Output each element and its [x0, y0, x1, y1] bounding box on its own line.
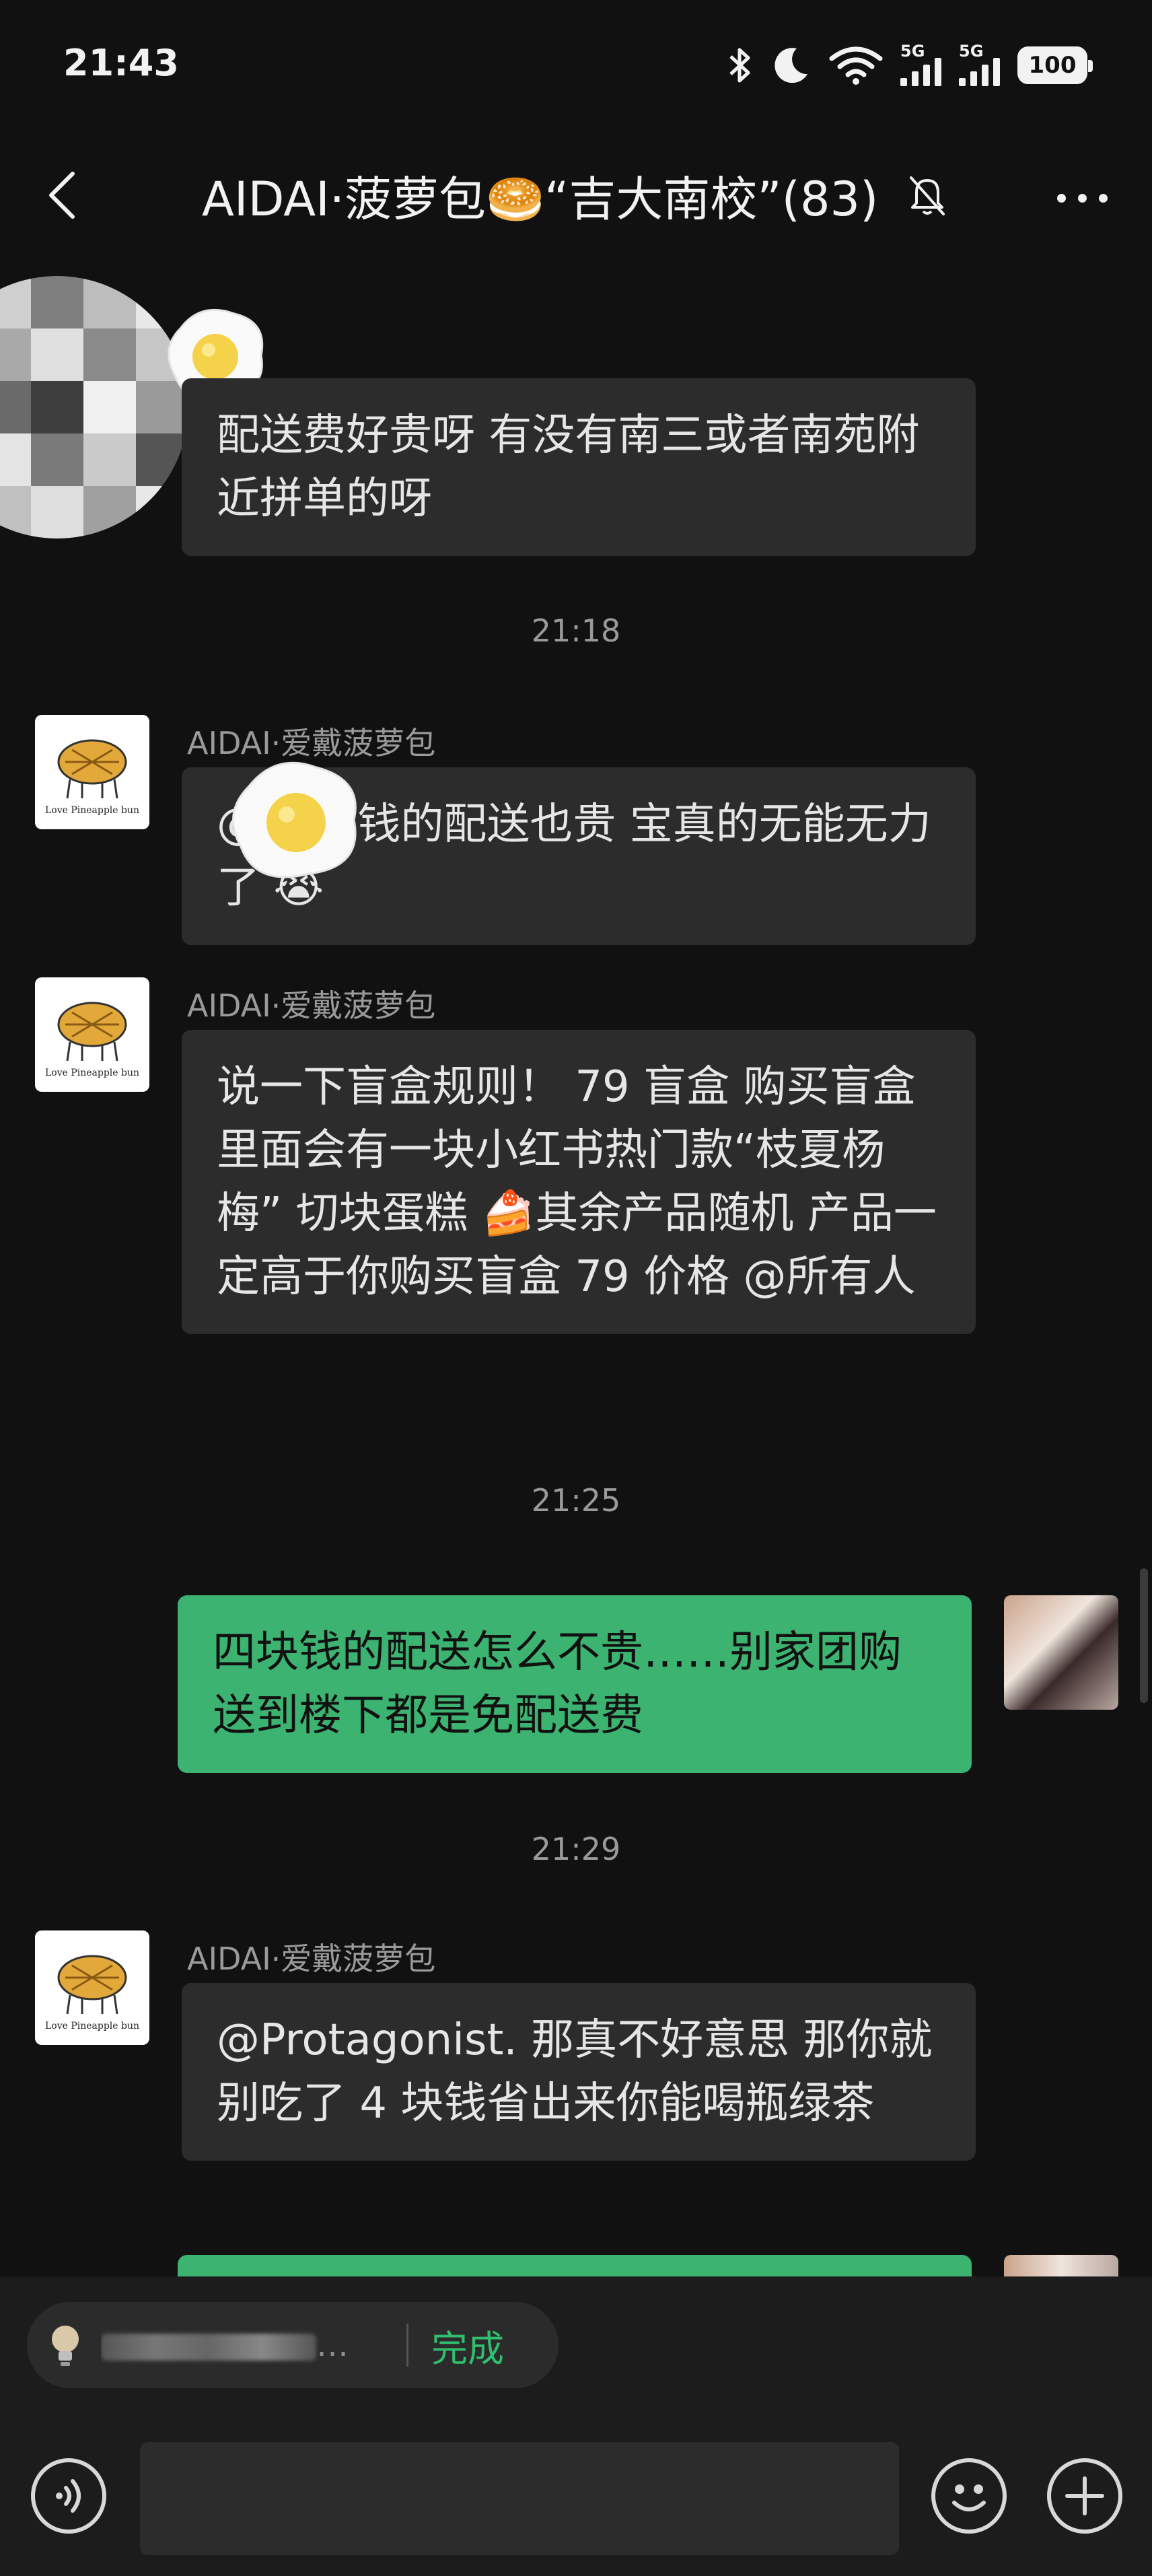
message-bubble[interactable]: 说一下盲盒规则！ 79 盲盒 购买盲盒里面会有一块小红书热门款“枝夏杨梅” 切块… — [182, 1030, 976, 1334]
plus-icon[interactable] — [1047, 2458, 1122, 2534]
avatar-self[interactable] — [1004, 1595, 1118, 1710]
logo-text: Love Pineapple bun — [45, 1068, 139, 1078]
timestamp: 21:29 — [531, 1831, 621, 1867]
egg-sticker-icon — [232, 761, 357, 878]
emoji-icon[interactable] — [931, 2458, 1007, 2534]
message-text: @Protagonist. 那真不好意思 那你就别吃了 4 块钱省出来你能喝瓶绿… — [217, 2015, 933, 2128]
signal-icon-2: 5G — [959, 42, 1000, 86]
status-time: 21:43 — [63, 42, 179, 84]
blurred-quote — [101, 2334, 316, 2361]
status-icons: 5G 5G 100 — [728, 42, 1093, 89]
wifi-icon — [829, 46, 883, 85]
sender-name: AIDAI·爱戴菠萝包 — [187, 1941, 436, 1977]
voice-icon[interactable] — [31, 2458, 106, 2534]
back-icon[interactable] — [43, 168, 83, 222]
battery-icon: 100 — [1017, 46, 1093, 84]
logo-text: Love Pineapple bun — [45, 805, 139, 816]
message-text: 配送费好贵呀 有没有南三或者南苑附近拼单的呀 — [217, 411, 920, 524]
mute-bell-icon — [910, 176, 945, 215]
moon-icon — [775, 48, 807, 83]
avatar-shop[interactable]: Love Pineapple bun — [35, 977, 149, 1092]
scrollbar[interactable] — [1140, 1568, 1148, 1703]
logo-text: Love Pineapple bun — [45, 2021, 139, 2031]
message-bubble[interactable]: @Protagonist. 那真不好意思 那你就别吃了 4 块钱省出来你能喝瓶绿… — [182, 1983, 976, 2161]
bluetooth-icon — [729, 48, 750, 83]
pineapple-bun-logo: Love Pineapple bun — [45, 1002, 139, 1078]
message-input[interactable] — [140, 2442, 899, 2555]
voice-glyph — [56, 2479, 81, 2513]
more-icon[interactable] — [1057, 194, 1108, 203]
reply-quote-text: … — [316, 2326, 349, 2364]
message-bubble[interactable]: 配送费好贵呀 有没有南三或者南苑附近拼单的呀 — [182, 378, 976, 556]
message-bubble-self[interactable]: 四块钱的配送怎么不贵……别家团购送到楼下都是免配送费 — [178, 1595, 972, 1773]
pineapple-bun-logo: Love Pineapple bun — [45, 739, 139, 816]
avatar-shop[interactable]: Love Pineapple bun — [35, 715, 149, 829]
signal-label-2: 5G — [959, 42, 984, 61]
timestamp: 21:18 — [531, 613, 621, 649]
signal-label: 5G — [900, 42, 925, 61]
sender-name: AIDAI·爱戴菠萝包 — [187, 987, 436, 1024]
lightbulb-icon — [52, 2326, 79, 2366]
plus-glyph — [1065, 2476, 1104, 2515]
chat-title: AIDAI·菠萝包🥯“吉大南校”(83) — [202, 172, 879, 227]
done-button[interactable]: 完成 — [431, 2319, 504, 2372]
emoji-glyph — [952, 2484, 986, 2511]
pineapple-bun-logo: Love Pineapple bun — [45, 1955, 139, 2031]
avatar-shop[interactable]: Love Pineapple bun — [35, 1930, 149, 2045]
battery-level: 100 — [1028, 52, 1077, 79]
timestamp: 21:25 — [531, 1482, 621, 1519]
message-text: 四块钱的配送怎么不贵……别家团购送到楼下都是免配送费 — [213, 1628, 902, 1741]
signal-icon: 5G — [900, 42, 941, 86]
reply-pill[interactable]: … 完成 — [27, 2302, 559, 2388]
message-text: 说一下盲盒规则！ 79 盲盒 购买盲盒里面会有一块小红书热门款“枝夏杨梅” 切块… — [217, 1062, 937, 1302]
reply-quote: … — [101, 2326, 384, 2364]
divider — [406, 2324, 408, 2367]
